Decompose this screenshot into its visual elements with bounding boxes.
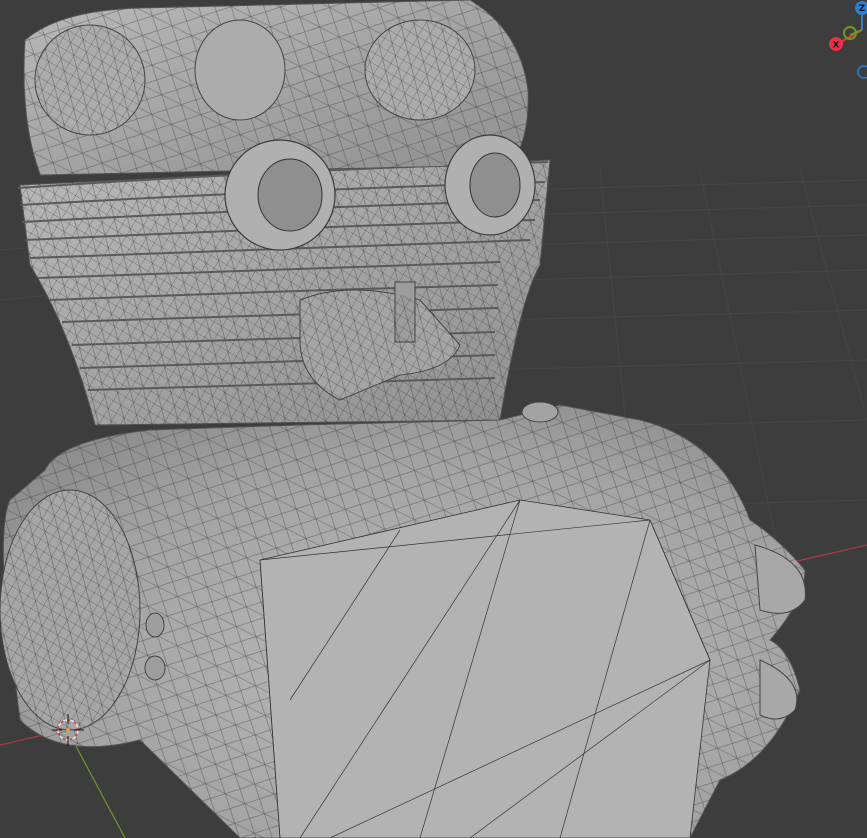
gizmo-z-label: Z: [859, 4, 866, 14]
3d-viewport[interactable]: Z X: [0, 0, 867, 838]
viewport-canvas[interactable]: [0, 0, 867, 838]
gizmo-x-label: X: [833, 41, 840, 51]
gizmo-x-axis-button[interactable]: X: [829, 37, 843, 51]
engine-mesh[interactable]: [0, 0, 806, 838]
y-axis-line: [69, 734, 126, 838]
